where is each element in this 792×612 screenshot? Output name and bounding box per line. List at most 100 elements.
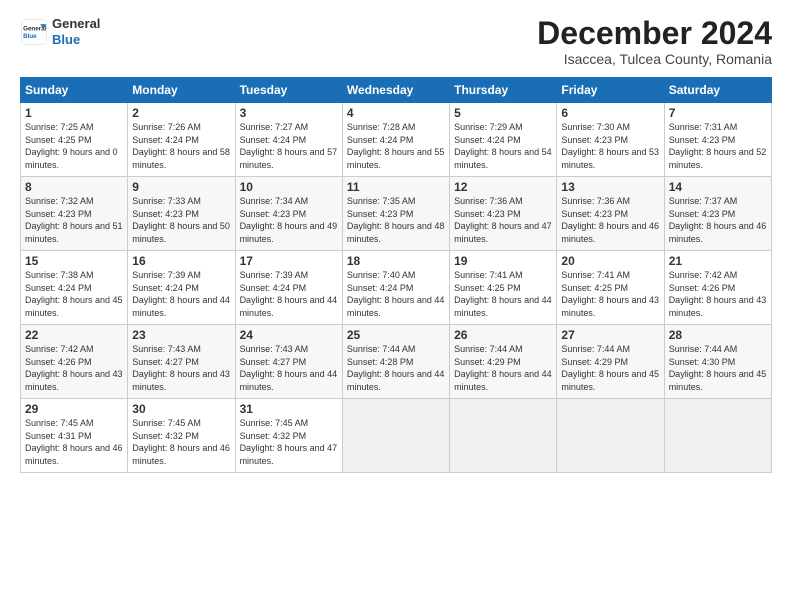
- day-info: Sunrise: 7:35 AMSunset: 4:23 PMDaylight:…: [347, 195, 445, 245]
- column-header-monday: Monday: [128, 78, 235, 103]
- calendar-cell: 25Sunrise: 7:44 AMSunset: 4:28 PMDayligh…: [342, 325, 449, 399]
- calendar-cell: 23Sunrise: 7:43 AMSunset: 4:27 PMDayligh…: [128, 325, 235, 399]
- day-number: 3: [240, 106, 338, 120]
- day-number: 18: [347, 254, 445, 268]
- column-header-friday: Friday: [557, 78, 664, 103]
- calendar-cell: 31Sunrise: 7:45 AMSunset: 4:32 PMDayligh…: [235, 399, 342, 473]
- calendar-cell: 29Sunrise: 7:45 AMSunset: 4:31 PMDayligh…: [21, 399, 128, 473]
- calendar-cell: [557, 399, 664, 473]
- logo: General Blue General Blue: [20, 16, 100, 47]
- day-number: 28: [669, 328, 767, 342]
- day-number: 19: [454, 254, 552, 268]
- calendar-cell: 27Sunrise: 7:44 AMSunset: 4:29 PMDayligh…: [557, 325, 664, 399]
- calendar-cell: 17Sunrise: 7:39 AMSunset: 4:24 PMDayligh…: [235, 251, 342, 325]
- calendar-body: 1Sunrise: 7:25 AMSunset: 4:25 PMDaylight…: [21, 103, 772, 473]
- day-number: 10: [240, 180, 338, 194]
- day-info: Sunrise: 7:44 AMSunset: 4:30 PMDaylight:…: [669, 343, 767, 393]
- calendar-cell: 10Sunrise: 7:34 AMSunset: 4:23 PMDayligh…: [235, 177, 342, 251]
- day-info: Sunrise: 7:42 AMSunset: 4:26 PMDaylight:…: [25, 343, 123, 393]
- day-number: 21: [669, 254, 767, 268]
- column-header-saturday: Saturday: [664, 78, 771, 103]
- day-number: 26: [454, 328, 552, 342]
- day-number: 24: [240, 328, 338, 342]
- day-info: Sunrise: 7:41 AMSunset: 4:25 PMDaylight:…: [561, 269, 659, 319]
- column-header-tuesday: Tuesday: [235, 78, 342, 103]
- day-number: 8: [25, 180, 123, 194]
- day-number: 23: [132, 328, 230, 342]
- column-header-wednesday: Wednesday: [342, 78, 449, 103]
- column-header-thursday: Thursday: [450, 78, 557, 103]
- day-info: Sunrise: 7:25 AMSunset: 4:25 PMDaylight:…: [25, 121, 123, 171]
- day-number: 9: [132, 180, 230, 194]
- calendar-cell: [664, 399, 771, 473]
- day-number: 20: [561, 254, 659, 268]
- day-info: Sunrise: 7:39 AMSunset: 4:24 PMDaylight:…: [240, 269, 338, 319]
- day-number: 27: [561, 328, 659, 342]
- day-info: Sunrise: 7:41 AMSunset: 4:25 PMDaylight:…: [454, 269, 552, 319]
- calendar-week-2: 8Sunrise: 7:32 AMSunset: 4:23 PMDaylight…: [21, 177, 772, 251]
- calendar-cell: 21Sunrise: 7:42 AMSunset: 4:26 PMDayligh…: [664, 251, 771, 325]
- day-info: Sunrise: 7:45 AMSunset: 4:32 PMDaylight:…: [132, 417, 230, 467]
- day-number: 16: [132, 254, 230, 268]
- day-info: Sunrise: 7:39 AMSunset: 4:24 PMDaylight:…: [132, 269, 230, 319]
- day-info: Sunrise: 7:44 AMSunset: 4:28 PMDaylight:…: [347, 343, 445, 393]
- calendar-cell: 3Sunrise: 7:27 AMSunset: 4:24 PMDaylight…: [235, 103, 342, 177]
- calendar-week-4: 22Sunrise: 7:42 AMSunset: 4:26 PMDayligh…: [21, 325, 772, 399]
- calendar-week-5: 29Sunrise: 7:45 AMSunset: 4:31 PMDayligh…: [21, 399, 772, 473]
- calendar-cell: 20Sunrise: 7:41 AMSunset: 4:25 PMDayligh…: [557, 251, 664, 325]
- calendar-cell: 7Sunrise: 7:31 AMSunset: 4:23 PMDaylight…: [664, 103, 771, 177]
- day-number: 2: [132, 106, 230, 120]
- day-info: Sunrise: 7:31 AMSunset: 4:23 PMDaylight:…: [669, 121, 767, 171]
- day-info: Sunrise: 7:44 AMSunset: 4:29 PMDaylight:…: [561, 343, 659, 393]
- column-header-sunday: Sunday: [21, 78, 128, 103]
- calendar-cell: 2Sunrise: 7:26 AMSunset: 4:24 PMDaylight…: [128, 103, 235, 177]
- calendar-cell: 11Sunrise: 7:35 AMSunset: 4:23 PMDayligh…: [342, 177, 449, 251]
- day-number: 13: [561, 180, 659, 194]
- day-info: Sunrise: 7:30 AMSunset: 4:23 PMDaylight:…: [561, 121, 659, 171]
- calendar-cell: 19Sunrise: 7:41 AMSunset: 4:25 PMDayligh…: [450, 251, 557, 325]
- logo-text-general: General: [52, 16, 100, 32]
- day-number: 14: [669, 180, 767, 194]
- day-number: 12: [454, 180, 552, 194]
- day-info: Sunrise: 7:34 AMSunset: 4:23 PMDaylight:…: [240, 195, 338, 245]
- logo-text-blue: Blue: [52, 32, 100, 48]
- day-number: 15: [25, 254, 123, 268]
- calendar-cell: 8Sunrise: 7:32 AMSunset: 4:23 PMDaylight…: [21, 177, 128, 251]
- day-info: Sunrise: 7:40 AMSunset: 4:24 PMDaylight:…: [347, 269, 445, 319]
- calendar-header-row: SundayMondayTuesdayWednesdayThursdayFrid…: [21, 78, 772, 103]
- day-info: Sunrise: 7:45 AMSunset: 4:31 PMDaylight:…: [25, 417, 123, 467]
- calendar-cell: 24Sunrise: 7:43 AMSunset: 4:27 PMDayligh…: [235, 325, 342, 399]
- calendar-container: General Blue General Blue December 2024 …: [0, 0, 792, 483]
- day-number: 7: [669, 106, 767, 120]
- day-number: 17: [240, 254, 338, 268]
- day-info: Sunrise: 7:36 AMSunset: 4:23 PMDaylight:…: [454, 195, 552, 245]
- day-number: 11: [347, 180, 445, 194]
- day-number: 4: [347, 106, 445, 120]
- calendar-title: December 2024: [537, 16, 772, 51]
- day-info: Sunrise: 7:38 AMSunset: 4:24 PMDaylight:…: [25, 269, 123, 319]
- calendar-cell: 15Sunrise: 7:38 AMSunset: 4:24 PMDayligh…: [21, 251, 128, 325]
- day-info: Sunrise: 7:43 AMSunset: 4:27 PMDaylight:…: [132, 343, 230, 393]
- calendar-cell: 22Sunrise: 7:42 AMSunset: 4:26 PMDayligh…: [21, 325, 128, 399]
- calendar-cell: 28Sunrise: 7:44 AMSunset: 4:30 PMDayligh…: [664, 325, 771, 399]
- calendar-cell: [450, 399, 557, 473]
- day-number: 29: [25, 402, 123, 416]
- day-number: 31: [240, 402, 338, 416]
- day-number: 6: [561, 106, 659, 120]
- day-info: Sunrise: 7:37 AMSunset: 4:23 PMDaylight:…: [669, 195, 767, 245]
- day-info: Sunrise: 7:32 AMSunset: 4:23 PMDaylight:…: [25, 195, 123, 245]
- day-info: Sunrise: 7:43 AMSunset: 4:27 PMDaylight:…: [240, 343, 338, 393]
- svg-text:Blue: Blue: [23, 33, 37, 40]
- day-number: 25: [347, 328, 445, 342]
- calendar-cell: 4Sunrise: 7:28 AMSunset: 4:24 PMDaylight…: [342, 103, 449, 177]
- calendar-week-1: 1Sunrise: 7:25 AMSunset: 4:25 PMDaylight…: [21, 103, 772, 177]
- calendar-cell: [342, 399, 449, 473]
- day-info: Sunrise: 7:44 AMSunset: 4:29 PMDaylight:…: [454, 343, 552, 393]
- day-info: Sunrise: 7:42 AMSunset: 4:26 PMDaylight:…: [669, 269, 767, 319]
- day-info: Sunrise: 7:27 AMSunset: 4:24 PMDaylight:…: [240, 121, 338, 171]
- calendar-cell: 26Sunrise: 7:44 AMSunset: 4:29 PMDayligh…: [450, 325, 557, 399]
- calendar-cell: 13Sunrise: 7:36 AMSunset: 4:23 PMDayligh…: [557, 177, 664, 251]
- calendar-cell: 1Sunrise: 7:25 AMSunset: 4:25 PMDaylight…: [21, 103, 128, 177]
- header: General Blue General Blue December 2024 …: [20, 16, 772, 67]
- day-number: 5: [454, 106, 552, 120]
